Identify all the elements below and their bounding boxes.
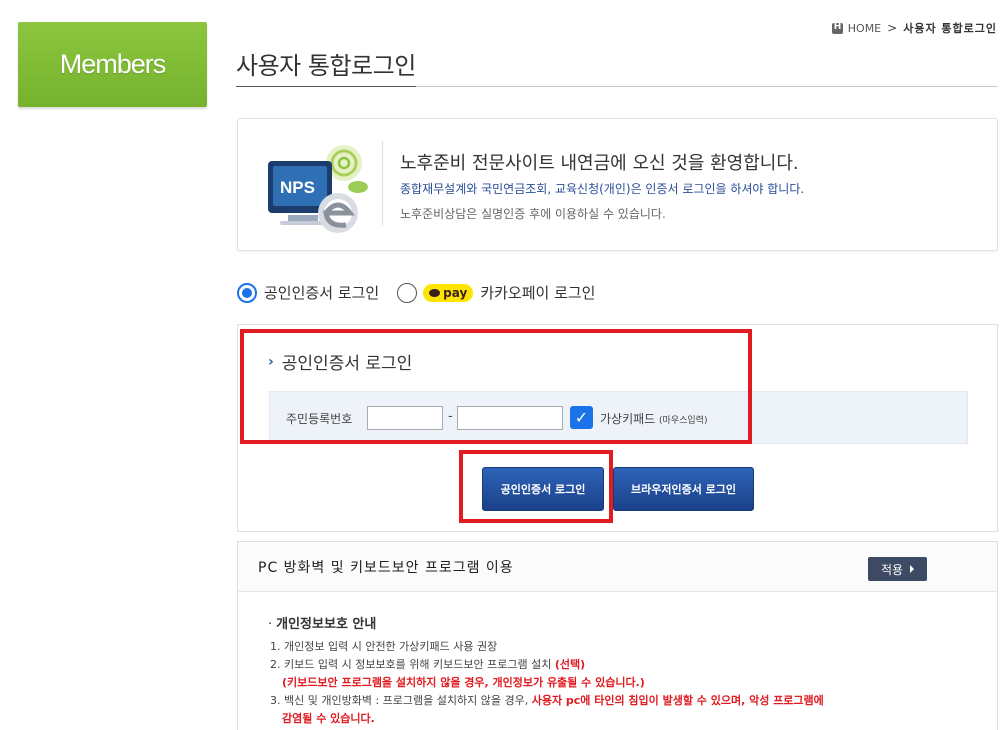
home-icon bbox=[831, 22, 843, 34]
welcome-heading: 노후준비 전문사이트 내연금에 오신 것을 환영합니다. bbox=[400, 153, 799, 174]
kakaopay-badge-text: pay bbox=[443, 285, 468, 300]
radio-cert-login[interactable] bbox=[237, 282, 257, 303]
members-label: Members bbox=[59, 49, 167, 79]
security-panel: PC 방화벽 및 키보드보안 프로그램 이용 적용 · 개인정보보호 안내 1. … bbox=[237, 541, 998, 730]
welcome-divider bbox=[382, 141, 383, 225]
apply-button-label: 적용 bbox=[880, 562, 904, 577]
privacy-line-3-text: 3. 백신 및 개인방화벽 : 프로그램을 설치하지 않을 경우, bbox=[270, 694, 529, 707]
login-options: 공인인증서 로그인 pay 카카오페이 로그인 bbox=[237, 282, 595, 303]
radio-cert-login-label[interactable]: 공인인증서 로그인 bbox=[264, 282, 379, 303]
privacy-line-2-warning: (키보드보안 프로그램을 설치하지 않을 경우, 개인정보가 유출될 수 있습니… bbox=[282, 676, 645, 689]
nps-logo-text: NPS bbox=[280, 178, 315, 197]
privacy-heading-text: 개인정보보호 안내 bbox=[276, 617, 377, 632]
highlight-box-cert-input bbox=[240, 329, 752, 444]
security-header: PC 방화벽 및 키보드보안 프로그램 이용 적용 bbox=[238, 542, 997, 592]
apply-button[interactable]: 적용 bbox=[868, 557, 927, 581]
breadcrumb-home[interactable]: HOME bbox=[848, 22, 881, 35]
breadcrumb: HOME > 사용자 통합로그인 bbox=[831, 20, 997, 36]
privacy-line-2: 2. 키보드 입력 시 정보보호를 위해 키보드보안 프로그램 설치 (선택) bbox=[270, 656, 585, 672]
radio-kakao-login-label[interactable]: 카카오페이 로그인 bbox=[480, 282, 595, 303]
kakaopay-badge: pay bbox=[423, 283, 474, 302]
title-divider bbox=[236, 86, 998, 87]
privacy-line-2-optional: (선택) bbox=[554, 658, 586, 671]
page-title: 사용자 통합로그인 bbox=[236, 52, 416, 80]
privacy-heading: · 개인정보보호 안내 bbox=[268, 617, 377, 632]
kakao-bubble-icon bbox=[429, 288, 441, 297]
privacy-line-1: 1. 개인정보 입력 시 안전한 가상키패드 사용 권장 bbox=[270, 640, 498, 653]
breadcrumb-current: 사용자 통합로그인 bbox=[903, 22, 997, 35]
radio-kakao-login[interactable] bbox=[397, 282, 418, 303]
welcome-subnotice: 노후준비상담은 실명인증 후에 이용하실 수 있습니다. bbox=[400, 207, 666, 221]
welcome-notice: 종합재무설계와 국민연금조회, 교육신청(개인)은 인증서 로그인을 하셔야 합… bbox=[400, 182, 805, 196]
members-tile[interactable]: Members bbox=[18, 22, 207, 107]
privacy-line-3: 3. 백신 및 개인방화벽 : 프로그램을 설치하지 않을 경우, 사용자 pc… bbox=[270, 692, 824, 708]
browser-cert-login-button[interactable]: 브라우저인증서 로그인 bbox=[613, 467, 754, 511]
arrow-right-icon bbox=[910, 565, 915, 573]
cert-login-button[interactable]: 공인인증서 로그인 bbox=[482, 467, 604, 511]
privacy-line-3-warning-cont: 감염될 수 있습니다. bbox=[282, 712, 375, 725]
privacy-line-2-text: 2. 키보드 입력 시 정보보호를 위해 키보드보안 프로그램 설치 bbox=[270, 658, 552, 671]
security-title: PC 방화벽 및 키보드보안 프로그램 이용 bbox=[258, 560, 514, 576]
privacy-line-3-warning: 사용자 pc에 타인의 침입이 발생할 수 있으며, 악성 프로그램에 bbox=[531, 694, 824, 707]
welcome-box: NPS 노후준비 전문사이트 내연금에 오신 것을 환영합니다. 종합재무설계와… bbox=[237, 118, 998, 251]
breadcrumb-separator: > bbox=[887, 21, 898, 35]
nps-logo-icon: NPS bbox=[268, 145, 368, 233]
